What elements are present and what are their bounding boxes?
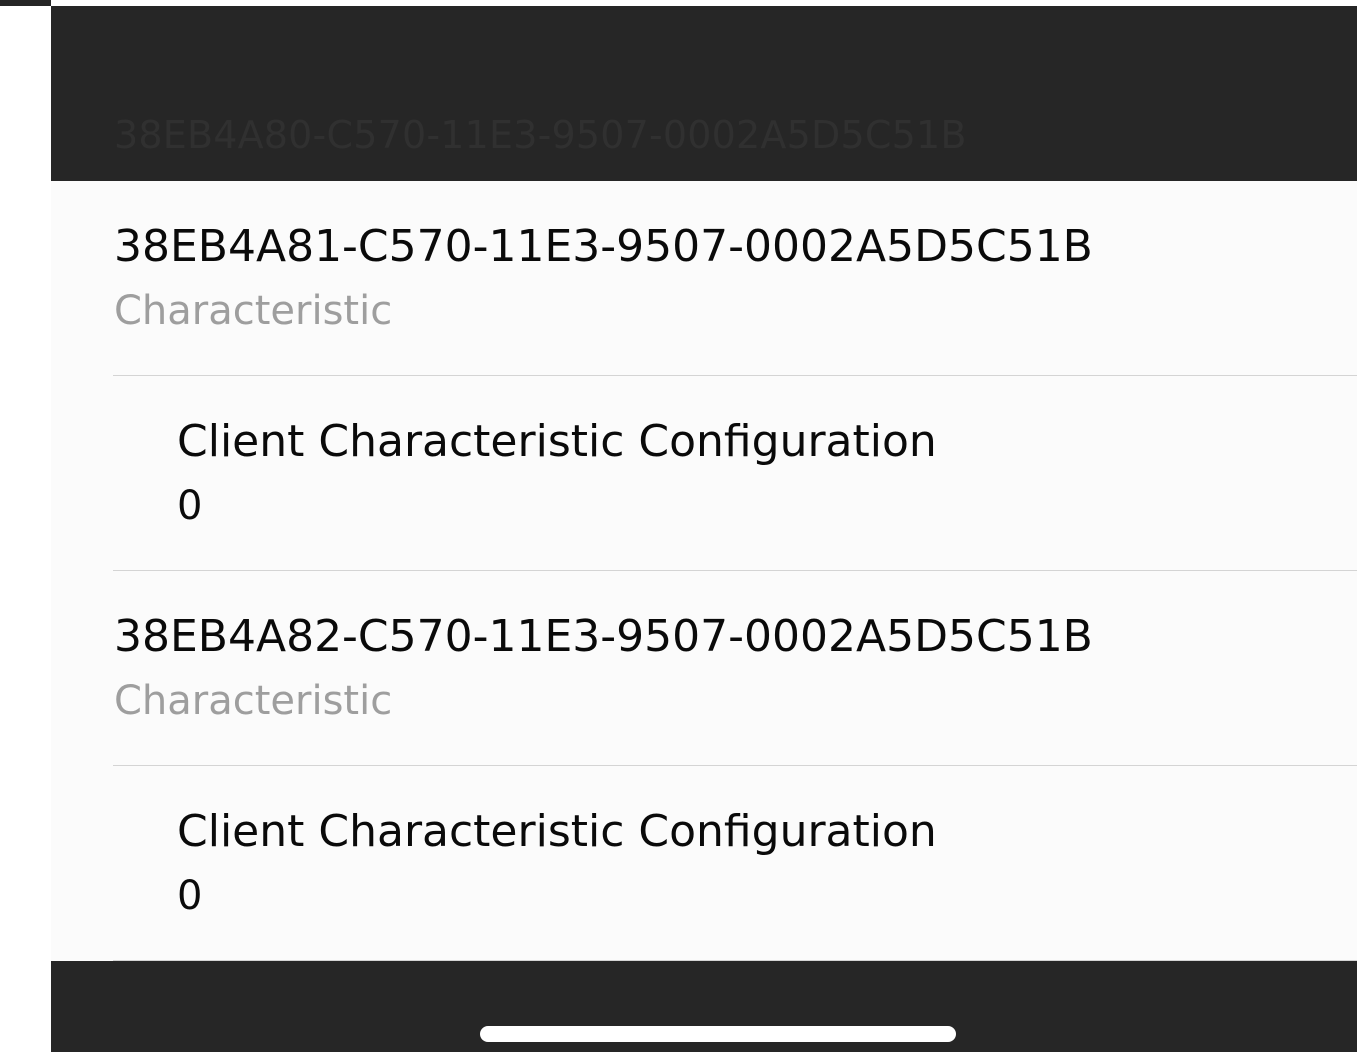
top-bar: 38EB4A80-C570-11E3-9507-0002A5D5C51B xyxy=(51,6,1357,181)
descriptor-value: 0 xyxy=(177,873,203,919)
descriptor-name: Client Characteristic Configuration xyxy=(177,416,937,467)
characteristic-row[interactable]: 38EB4A82-C570-11E3-9507-0002A5D5C51B Cha… xyxy=(51,571,1357,766)
attribute-list: 38EB4A81-C570-11E3-9507-0002A5D5C51B Cha… xyxy=(51,181,1357,961)
characteristic-uuid: 38EB4A81-C570-11E3-9507-0002A5D5C51B xyxy=(114,221,1093,272)
descriptor-value: 0 xyxy=(177,483,203,529)
descriptor-row[interactable]: Client Characteristic Configuration 0 xyxy=(51,766,1357,961)
characteristic-type-label: Characteristic xyxy=(114,288,393,334)
descriptor-row[interactable]: Client Characteristic Configuration 0 xyxy=(51,376,1357,571)
characteristic-row[interactable]: 38EB4A81-C570-11E3-9507-0002A5D5C51B Cha… xyxy=(51,181,1357,376)
page: 38EB4A80-C570-11E3-9507-0002A5D5C51B 38E… xyxy=(0,0,1357,1052)
bottom-bar xyxy=(51,961,1357,1052)
window-corner xyxy=(0,0,51,6)
home-indicator[interactable] xyxy=(480,1026,956,1042)
descriptor-name: Client Characteristic Configuration xyxy=(177,806,937,857)
characteristic-uuid: 38EB4A82-C570-11E3-9507-0002A5D5C51B xyxy=(114,611,1093,662)
characteristic-type-label: Characteristic xyxy=(114,678,393,724)
service-uuid-header: 38EB4A80-C570-11E3-9507-0002A5D5C51B xyxy=(114,113,967,157)
phone-screen: 38EB4A80-C570-11E3-9507-0002A5D5C51B 38E… xyxy=(51,6,1357,1052)
